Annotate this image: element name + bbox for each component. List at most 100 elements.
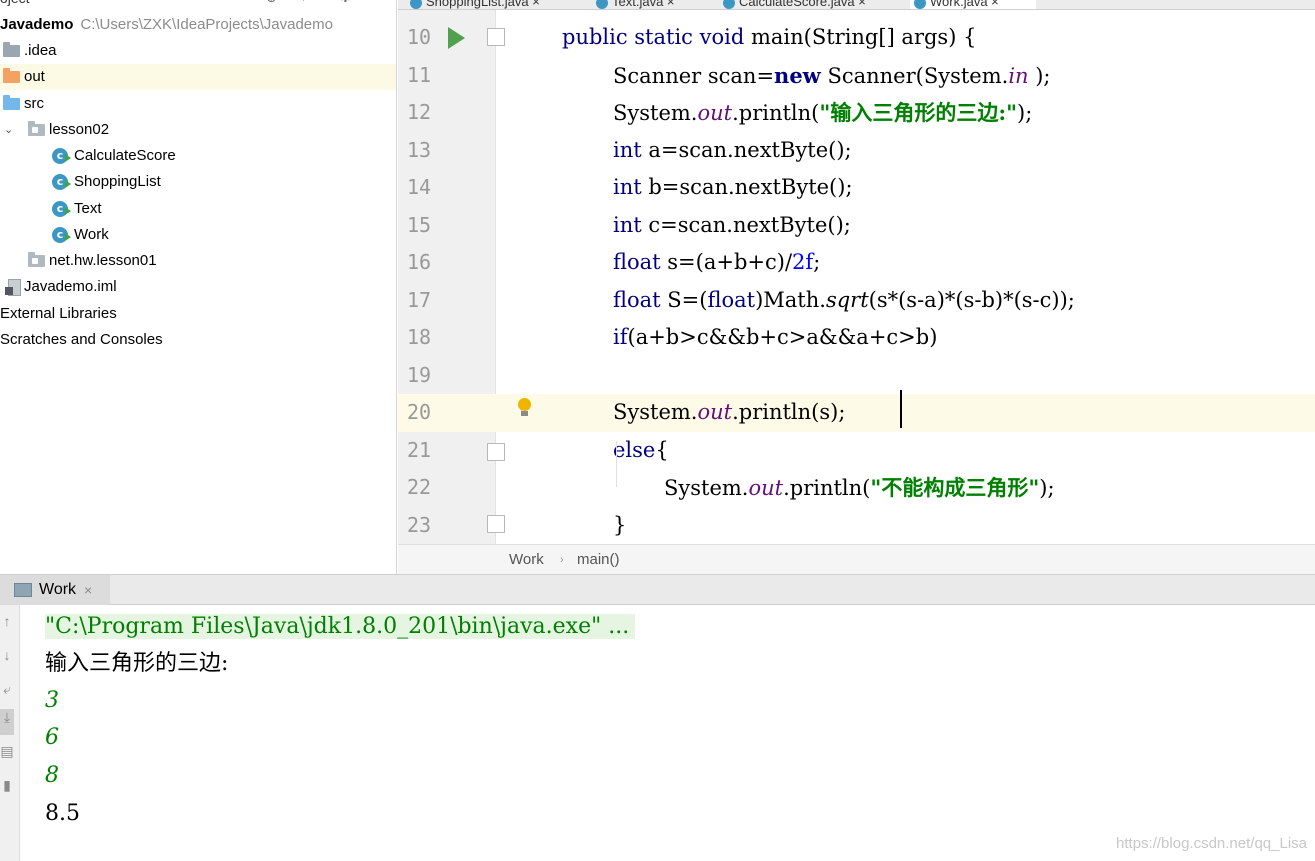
run-tab-work[interactable]: Work × [0, 575, 110, 605]
scroll-to-end-icon[interactable]: ⤓ [0, 709, 14, 735]
line-number: 12 [407, 100, 432, 124]
run-tool-window-header: Work × [0, 574, 1315, 605]
arrow-down-icon[interactable]: ↓ [0, 647, 14, 663]
line-number: 21 [407, 437, 432, 462]
lightbulb-icon[interactable] [518, 398, 531, 416]
line-number: 16 [407, 250, 432, 274]
line-number: 15 [407, 212, 432, 237]
module-file-icon [5, 279, 21, 296]
code-line[interactable]: 21 else{ [398, 432, 1315, 470]
locate-icon[interactable]: ⊕ [266, 0, 277, 6]
package-icon [28, 252, 45, 267]
tree-item-text[interactable]: c Text [0, 196, 396, 222]
soft-wrap-icon[interactable]: ⤶ [0, 681, 14, 698]
tree-item-label: Scratches and Consoles [0, 331, 163, 348]
trash-icon[interactable]: ▮ [0, 777, 14, 794]
tree-root-javademo[interactable]: Javademo C:\Users\ZXK\IdeaProjects\Javade… [0, 12, 396, 38]
tree-item-scratches[interactable]: Scratches and Consoles [0, 327, 396, 353]
fold-icon[interactable] [487, 28, 505, 46]
code-editor[interactable]: 10 public static void main(String[] args… [398, 10, 1315, 544]
line-number: 13 [407, 137, 432, 162]
settings-icon[interactable]: ✱ [340, 0, 351, 6]
code-text: int c=scan.nextByte(); [613, 212, 851, 237]
console-input-line: 8 [45, 763, 59, 788]
folder-icon [3, 42, 20, 57]
console-input-line: 6 [45, 725, 59, 750]
tab-shoppinglist[interactable]: ShoppingList.java × [410, 0, 580, 9]
code-line[interactable]: 15 int c=scan.nextByte(); [398, 207, 1315, 245]
tree-item-label: External Libraries [0, 305, 117, 322]
indent-guide [616, 441, 617, 487]
java-class-icon: c [52, 174, 71, 190]
tree-item-label: lesson02 [49, 121, 110, 138]
breadcrumb: Work › main() [398, 544, 1315, 574]
code-line[interactable]: 11 Scanner scan=new Scanner(System.in ); [398, 57, 1315, 95]
java-class-icon [914, 0, 926, 9]
code-text: int a=scan.nextByte(); [613, 137, 852, 162]
code-line[interactable]: 18 if(a+b>c&&b+c>a&&a+c>b) [398, 319, 1315, 357]
code-line[interactable]: 12 System.out.println("输入三角形的三边:"); [398, 94, 1315, 132]
chevron-down-icon[interactable]: ⌄ [4, 117, 13, 143]
console-output-result: 8.5 [45, 801, 80, 826]
code-text: Scanner scan=new Scanner(System.in ); [613, 62, 1051, 88]
fold-icon[interactable] [487, 442, 505, 461]
project-panel-title[interactable]: oject [0, 0, 30, 6]
code-line[interactable]: 17 float S=(float)Math.sqrt(s*(s-a)*(s-b… [398, 282, 1315, 320]
run-tab-label: Work [39, 581, 77, 598]
run-console[interactable]: "C:\Program Files\Java\jdk1.8.0_201\bin\… [21, 605, 1315, 861]
tree-item-idea[interactable]: .idea [0, 38, 396, 64]
code-text: public static void main(String[] args) { [562, 25, 977, 49]
java-class-icon: c [52, 227, 71, 243]
code-line[interactable]: 13 int a=scan.nextByte(); [398, 132, 1315, 170]
code-line[interactable]: 22 System.out.println("不能构成三角形"); [398, 469, 1315, 507]
collapse-icon[interactable]: ÷ [300, 0, 307, 5]
code-line[interactable]: 14 int b=scan.nextByte(); [398, 169, 1315, 207]
tree-item-javademo-iml[interactable]: Javademo.iml [0, 274, 396, 300]
tree-item-shoppinglist[interactable]: c ShoppingList [0, 169, 396, 195]
code-line[interactable]: 16 float s=(a+b+c)/2f; [398, 244, 1315, 282]
project-panel: oject ⊕ ÷ ✱ JavademoC:\Users\ZXK\IdeaPro… [0, 0, 397, 574]
console-icon [14, 583, 32, 597]
console-output-prompt: 输入三角形的三边: [45, 651, 229, 676]
java-class-icon [596, 0, 608, 9]
code-text: System.out.println("不能构成三角形"); [664, 475, 1055, 500]
tree-item-work[interactable]: c Work [0, 222, 396, 248]
tree-item-lesson02[interactable]: ⌄ lesson02 [0, 117, 396, 143]
line-number: 22 [407, 475, 432, 499]
code-text: } [613, 512, 627, 537]
tree-item-net-hw-lesson01[interactable]: net.hw.lesson01 [0, 248, 396, 274]
tree-item-external-libraries[interactable]: External Libraries [0, 301, 396, 327]
breadcrumb-class[interactable]: Work [509, 545, 544, 575]
tree-item-label: .idea [24, 42, 57, 59]
folder-source-icon [3, 95, 20, 110]
run-icon[interactable] [448, 27, 465, 49]
tree-item-calculatescore[interactable]: c CalculateScore [0, 143, 396, 169]
code-text: System.out.println(s); [613, 400, 846, 424]
java-class-icon: c [52, 201, 71, 217]
tree-item-label: ShoppingList [74, 173, 161, 190]
close-icon[interactable]: × [84, 575, 92, 605]
console-input-line: 3 [45, 688, 59, 713]
tab-calculatescore[interactable]: CalculateScore.java × [723, 0, 903, 9]
line-number: 18 [407, 325, 432, 349]
breadcrumb-method[interactable]: main() [577, 545, 620, 575]
tree-item-out[interactable]: out [0, 64, 396, 90]
run-toolbar: ↑ ↓ ⤶ ⤓ ▤ ▮ [0, 605, 20, 861]
tab-text[interactable]: Text.java × [596, 0, 706, 9]
tree-item-label: src [24, 95, 44, 112]
text-caret [900, 390, 902, 428]
code-text: System.out.println("输入三角形的三边:"); [613, 100, 1033, 125]
package-icon [28, 121, 45, 136]
code-line[interactable]: 10 public static void main(String[] args… [398, 19, 1315, 57]
print-icon[interactable]: ▤ [0, 743, 14, 760]
fold-icon[interactable] [487, 514, 505, 533]
tab-work[interactable]: Work.java × [910, 0, 1036, 9]
console-command-line: "C:\Program Files\Java\jdk1.8.0_201\bin\… [45, 608, 636, 645]
watermark: https://blog.csdn.net/qq_Lisa [1116, 835, 1307, 852]
code-line[interactable]: 19 [398, 357, 1315, 395]
line-number: 19 [407, 362, 432, 387]
code-line-current[interactable]: 20 System.out.println(s); [398, 394, 1315, 432]
code-line[interactable]: 23 } [398, 507, 1315, 545]
tree-item-src[interactable]: src [0, 91, 396, 117]
arrow-up-icon[interactable]: ↑ [0, 613, 14, 629]
